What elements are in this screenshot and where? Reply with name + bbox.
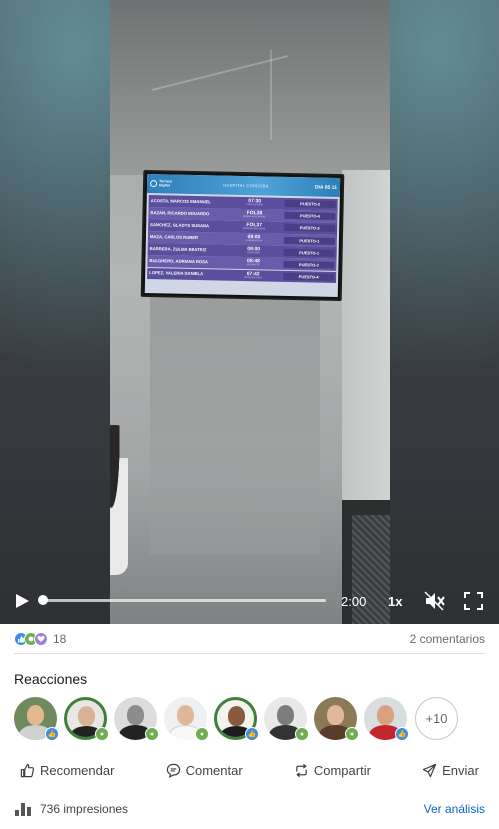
wall [150,295,320,555]
department: MUNDIN VACUNAM [243,227,266,231]
desk-label: PUESTO-4 [283,272,335,281]
video-player[interactable]: Turnero Digital HOSPITAL CORDOBA DIA 05 … [0,0,499,624]
patient-name: LOPEZ, VALERIA DANIELA [149,270,204,277]
tv-screen: Turnero Digital HOSPITAL CORDOBA DIA 05 … [144,173,341,298]
like-badge-icon: 👍 [245,727,259,741]
desk-label: PUESTO-2 [283,260,335,269]
social-counts-bar: 18 2 comentarios [14,624,485,654]
thumbs-up-icon [20,763,35,777]
play-icon [16,594,29,608]
share-button[interactable]: Compartir [288,759,377,782]
playback-speed-button[interactable]: 1x [388,594,402,609]
impressions-stat: 736 impresiones [14,801,128,817]
reactor-avatar[interactable]: ● [314,697,359,741]
volume-muted-icon [424,591,445,611]
love-icon [34,631,48,646]
fullscreen-icon [464,592,483,610]
reactor-avatars: 👍 ● ● ● 👍 ● ● 👍 +10 [14,697,458,741]
tv-display: Turnero Digital HOSPITAL CORDOBA DIA 05 … [140,169,345,302]
send-label: Enviar [442,762,479,778]
patient-name: ACOSTA, MARCOS EMANUEL [150,197,211,204]
impressions-count: 736 impresiones [40,802,129,816]
desk-label: PUESTO-2 [284,200,336,209]
reactions-heading: Reacciones [14,671,88,687]
reactor-avatar[interactable]: 👍 [14,697,59,741]
post-actions: Recomendar Comentar Compartir Enviar [14,755,485,785]
tv-header-date: DIA 05 11 [314,184,338,191]
support-badge-icon: ● [95,727,109,741]
fullscreen-button[interactable] [464,592,483,610]
reaction-count: 18 [53,631,67,646]
patient-name: BAZAN, RICARDO EDUARDO [150,209,210,217]
department: PEDIATRIA [247,251,260,255]
tv-logo-icon [149,180,158,188]
desk-label: PUESTO-1 [283,236,335,245]
more-reactors-button[interactable]: +10 [415,697,458,740]
share-label: Compartir [313,762,371,778]
recommend-button[interactable]: Recomendar [14,759,120,782]
send-icon [422,763,437,777]
tv-logo-text: Turnero Digital [159,179,173,187]
department: REUMATOL [246,263,260,267]
send-button[interactable]: Enviar [416,759,485,782]
person-figure [110,425,128,575]
comments-count-link[interactable]: 2 comentarios [410,632,485,646]
patient-name: BARRERA, ZULMA BEATRIZ [149,246,207,253]
support-badge-icon: ● [195,727,209,741]
reactor-avatar[interactable]: ● [164,697,209,741]
department: ODONTOLOGIA [244,275,263,279]
support-badge-icon: ● [345,727,359,741]
ceiling [110,0,390,175]
desk-label: PUESTO-1 [283,248,335,257]
patient-name: BULGHERO, ADRIANA ROSA [149,258,209,265]
tv-queue-list: ACOSTA, MARCOS EMANUEL 07:30 PROLOGISMO PUE… [145,193,340,286]
play-button[interactable] [14,593,30,609]
support-badge-icon: ● [145,727,159,741]
reactor-avatar[interactable]: ● [264,697,309,741]
like-badge-icon: 👍 [45,727,59,741]
department: CARDIOLOGIA [245,239,263,243]
patient-name: SANCHEZ, GLADYS SUSANA [150,221,210,229]
tv-header-title: HOSPITAL CORDOBA [223,182,269,189]
comment-icon [166,763,180,778]
comment-label: Comentar [185,762,243,778]
desk-label: PUESTO-4 [284,212,336,221]
post-footer: 736 impresiones Ver análisis [14,797,485,821]
mute-button[interactable] [424,591,446,611]
progress-handle[interactable] [38,595,48,605]
time-remaining: 2:00 [341,594,367,609]
like-badge-icon: 👍 [395,727,409,741]
reactor-avatar[interactable]: ● [64,697,109,741]
department: PROLOGISMO [246,203,263,207]
recommend-label: Recomendar [40,762,115,778]
repost-icon [296,763,307,777]
video-controls: 2:00 1x [0,586,499,616]
video-progress-bar[interactable] [38,595,326,605]
desk-label: PUESTO-3 [284,224,336,233]
department: NOBNA VACUNAMIE [242,215,266,219]
support-badge-icon: ● [295,727,309,741]
reactor-avatar[interactable]: ● [114,697,159,741]
reactor-avatar[interactable]: 👍 [214,697,259,741]
bar-chart-icon [15,803,31,816]
patient-name: MAZA, CARLOS RUBER [149,233,199,240]
reactor-avatar[interactable]: 👍 [364,697,409,741]
view-analytics-link[interactable]: Ver análisis [424,802,485,816]
video-frame: Turnero Digital HOSPITAL CORDOBA DIA 05 … [110,0,390,624]
comment-button[interactable]: Comentar [160,759,249,782]
reactions-summary[interactable]: 18 [14,631,67,646]
